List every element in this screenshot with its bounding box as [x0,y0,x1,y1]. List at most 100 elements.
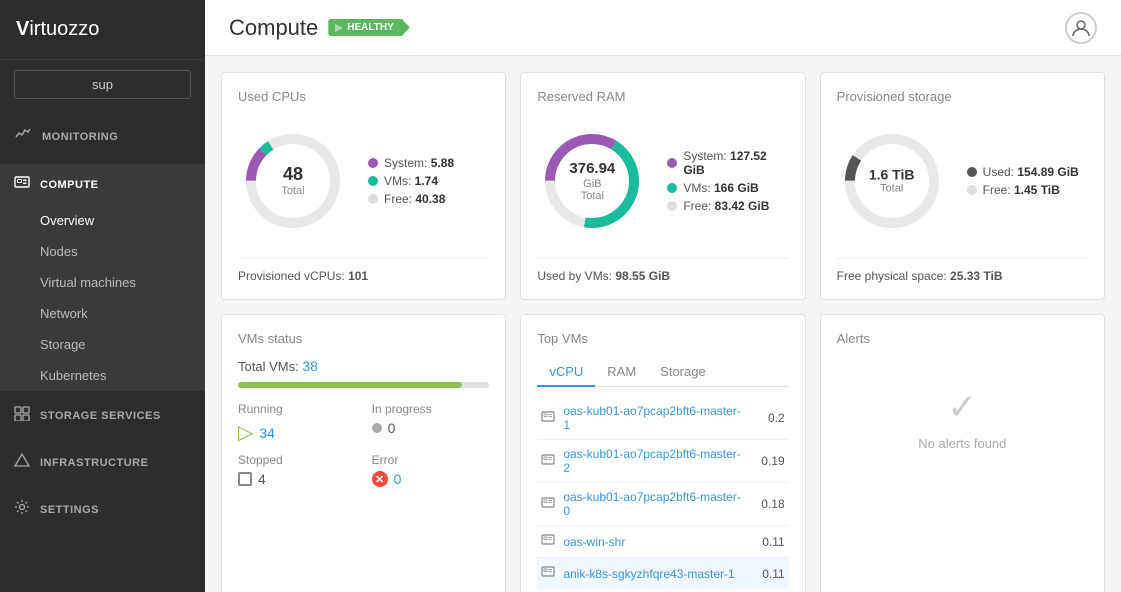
running-value-row: ▷ 34 [238,420,356,445]
user-avatar[interactable] [1065,12,1097,44]
sidebar: Virtuozzo sup MONITORING COMPU [0,0,205,592]
total-vms-text: Total VMs: 38 [238,358,489,374]
error-value-link[interactable]: 0 [394,471,402,487]
vms-progress-bar-container [238,382,489,388]
ram-vms-value: 166 GiB [714,181,759,195]
vm-name-0[interactable]: oas-kub01-ao7pcap2bft6-master-1 [563,404,746,432]
used-cpus-center: 48 Total [281,165,304,197]
total-vms-link[interactable]: 38 [302,358,318,374]
compute-header[interactable]: COMPUTE [0,164,205,205]
legend-system: System: 5.88 [368,156,454,170]
tab-vcpu[interactable]: vCPU [537,358,595,387]
user-icon [1071,18,1091,38]
nav-virtual-machines[interactable]: Virtual machines [0,267,205,298]
settings-header[interactable]: SETTINGS [0,489,205,530]
vm-stats-grid: Running ▷ 34 In progress 0 Stopped [238,402,489,487]
stopped-label: Stopped [238,453,356,467]
legend-free-dot [368,194,378,204]
storage-used-text: Used: 154.89 GiB [983,165,1079,179]
provisioned-storage-title: Provisioned storage [837,89,1088,104]
used-cpus-label: Total [281,185,304,197]
page-title-area: Compute HEALTHY [229,15,410,41]
nav-nodes[interactable]: Nodes [0,236,205,267]
ram-legend-vms-dot [667,183,677,193]
ram-system-value: 127.52 GiB [683,149,766,177]
ram-unit: GiB [569,177,615,189]
storage-free-value: 1.45 TiB [1014,183,1060,197]
reserved-ram-chart-area: 376.94 GiB Total System: 127.52 GiB VMs:… [537,116,788,246]
check-icon: ✓ [947,386,977,428]
storage-services-icon [14,405,30,426]
list-item: oas-kub01-ao7pcap2bft6-master-2 0.19 [537,440,788,483]
running-icon: ▷ [238,420,253,445]
used-cpus-donut: 48 Total [238,126,348,236]
top-vms-card: Top VMs vCPU RAM Storage oas-kub01-ao7pc… [520,314,805,592]
ram-value-num: 376.94 [569,160,615,177]
vm-name-3[interactable]: oas-win-shr [563,535,746,549]
vm-name-4[interactable]: anik-k8s-sgkyzhfqre43-master-1 [563,567,746,581]
vm-val-3: 0.11 [755,535,785,549]
inprogress-label: In progress [372,402,490,416]
settings-icon [14,499,30,520]
reserved-ram-card: Reserved RAM 376.94 GiB [520,72,805,300]
section-compute: COMPUTE Overview Nodes Virtual machines … [0,164,205,391]
provisioned-storage-card: Provisioned storage 1.6 TiB Total [820,72,1105,300]
nav-storage[interactable]: Storage [0,329,205,360]
infrastructure-label: INFRASTRUCTURE [40,457,148,469]
storage-used-value: 154.89 GiB [1017,165,1078,179]
ram-free-value: 83.42 GiB [715,199,770,213]
ram-legend-system-text: System: 127.52 GiB [683,149,788,177]
vm-name-2[interactable]: oas-kub01-ao7pcap2bft6-master-0 [563,490,746,518]
vms-status-title: VMs status [238,331,489,346]
legend-system-value: 5.88 [431,156,454,170]
storage-total-label: Total [869,183,915,195]
reserved-ram-center: 376.94 GiB Total [569,161,615,202]
tab-storage[interactable]: Storage [648,358,718,387]
settings-label: SETTINGS [40,504,99,516]
running-label: Running [238,402,356,416]
user-button[interactable]: sup [14,70,191,99]
used-cpus-card: Used CPUs 48 Total [221,72,506,300]
legend-free: Free: 40.38 [368,192,454,206]
legend-vms-label: VMs: 1.74 [384,174,438,188]
monitoring-header[interactable]: MONITORING [0,115,205,158]
legend-free-label: Free: 40.38 [384,192,445,206]
alerts-card: Alerts ✓ No alerts found [820,314,1105,592]
list-item: oas-kub01-ao7pcap2bft6-master-1 0.2 [537,397,788,440]
storage-total-value: 1.6 TiB [869,167,915,182]
list-item-highlighted: anik-k8s-sgkyzhfqre43-master-1 0.11 [537,558,788,589]
alerts-empty-text: No alerts found [918,436,1006,451]
inprogress-icon [372,423,382,433]
vm-val-0: 0.2 [755,411,785,425]
storage-used-dot [967,167,977,177]
reserved-ram-label: Total [569,189,615,201]
user-section: sup [0,60,205,109]
inprogress-value: 0 [388,420,396,436]
free-physical-value: 25.33 TiB [950,269,1002,283]
used-cpus-title: Used CPUs [238,89,489,104]
vm-val-4: 0.11 [755,567,785,581]
storage-services-header[interactable]: STORAGE SERVICES [0,395,205,436]
infrastructure-header[interactable]: INFRASTRUCTURE [0,442,205,483]
reserved-ram-value: 376.94 [569,161,615,178]
nav-network[interactable]: Network [0,298,205,329]
vm-name-1[interactable]: oas-kub01-ao7pcap2bft6-master-2 [563,447,746,475]
page-title: Compute [229,15,318,41]
total-vms-label: Total VMs: [238,359,299,374]
running-value-link[interactable]: 34 [259,425,275,441]
ram-legend-system: System: 127.52 GiB [667,149,788,177]
nav-overview[interactable]: Overview [0,205,205,236]
logo: Virtuozzo [0,0,205,60]
nav-kubernetes[interactable]: Kubernetes [0,360,205,391]
error-stat: Error ✕ 0 [372,453,490,487]
provisioned-vcpus-label: Provisioned vCPUs: [238,269,345,283]
reserved-ram-footer: Used by VMs: 98.55 GiB [537,258,788,283]
section-storage-services: STORAGE SERVICES [0,395,205,436]
stopped-icon [238,472,252,486]
compute-icon [14,174,30,195]
section-infrastructure: INFRASTRUCTURE [0,442,205,483]
ram-legend-system-dot [667,158,677,168]
tab-ram[interactable]: RAM [595,358,648,387]
used-cpus-footer: Provisioned vCPUs: 101 [238,258,489,283]
used-cpus-legend: System: 5.88 VMs: 1.74 Free: 40.38 [368,156,454,206]
